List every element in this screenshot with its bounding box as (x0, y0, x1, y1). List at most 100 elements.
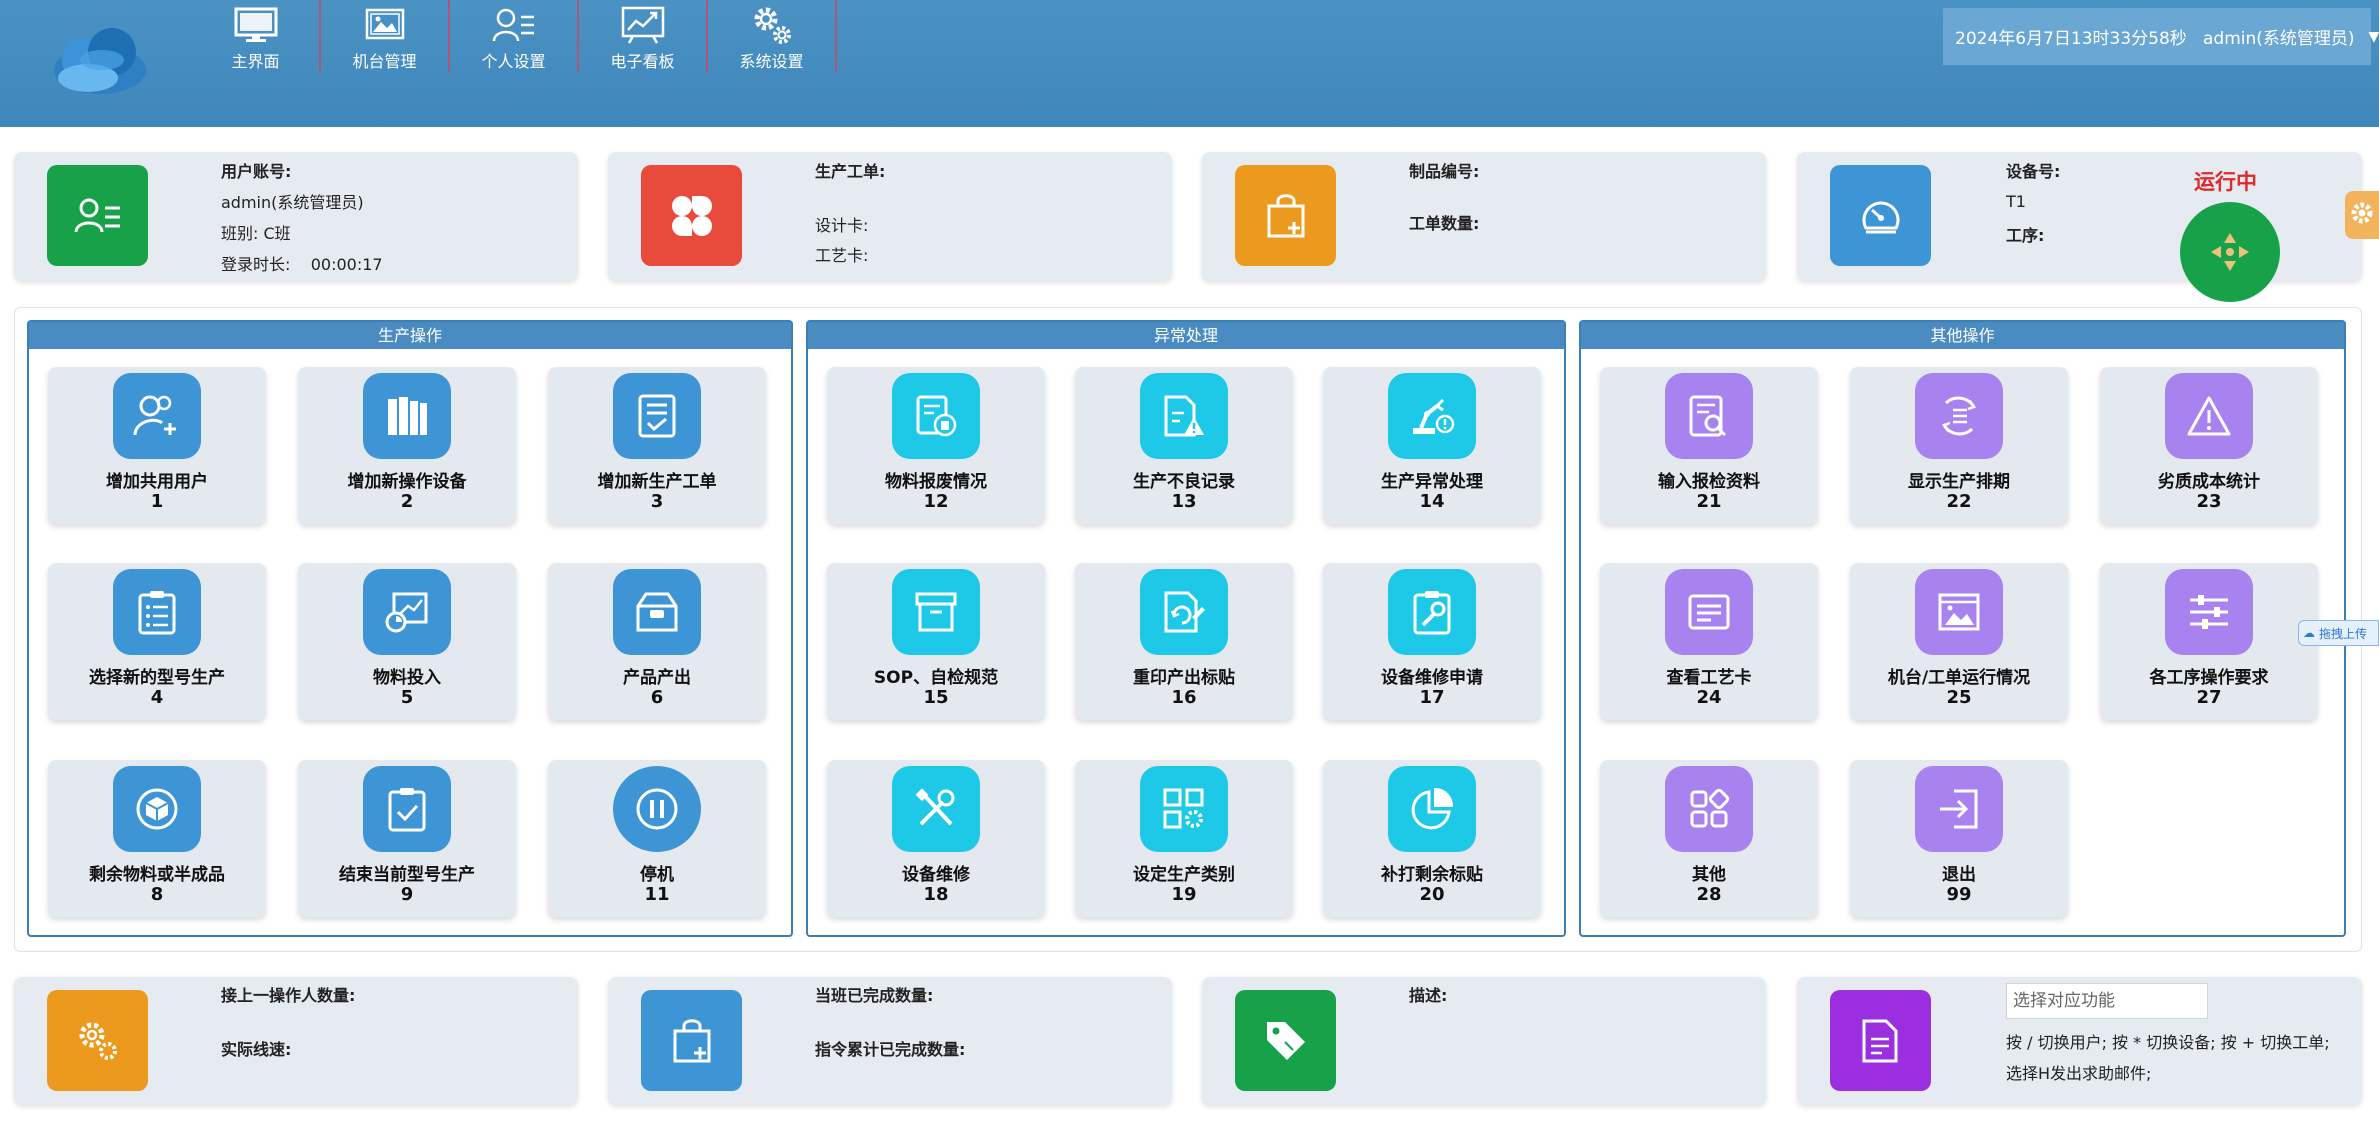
nav-system[interactable]: 系统设置 (708, 0, 837, 72)
process-card-label: 工艺卡: (815, 246, 869, 265)
tile-remaining-material[interactable]: 剩余物料或半成品 8 (48, 760, 266, 917)
tile-sop[interactable]: SOP、自检规范 15 (827, 563, 1045, 720)
tile-label: 设备维修 (902, 865, 970, 885)
tile-label: 产品产出 (623, 668, 691, 688)
user-info-card: 用户账号: admin(系统管理员) 班别: C班 登录时长: 00:00:17 (14, 152, 578, 281)
tile-add-shared-user[interactable]: 增加共用用户 1 (48, 367, 266, 524)
tile-label: 增加新操作设备 (347, 472, 467, 492)
tile-label: 补打剩余标贴 (1381, 865, 1483, 885)
monitor-icon (234, 6, 278, 44)
tile-set-category[interactable]: 设定生产类别 19 (1075, 760, 1293, 917)
clover-icon (641, 165, 742, 266)
tile-defect-record[interactable]: 生产不良记录 13 (1075, 367, 1293, 524)
tile-reprint-remaining[interactable]: 补打剩余标贴 20 (1323, 760, 1541, 917)
tile-end-model[interactable]: 结束当前型号生产 9 (298, 760, 516, 917)
prev-operator-card: 接上一操作人数量: 实际线速: (14, 977, 578, 1105)
tile-stop-machine[interactable]: 停机 11 (548, 760, 766, 917)
tile-label: 重印产出标贴 (1133, 668, 1235, 688)
process-label: 工序: (2006, 226, 2045, 245)
doc-warning-icon (1140, 373, 1228, 459)
tile-label: 各工序操作要求 (2149, 668, 2269, 688)
tile-number: 27 (2196, 687, 2222, 708)
tile-label: 生产异常处理 (1381, 472, 1483, 492)
tile-other[interactable]: 其他 28 (1600, 760, 1818, 917)
description-card: 描述: (1202, 977, 1766, 1105)
tile-product-output[interactable]: 产品产出 6 (548, 563, 766, 720)
tile-number: 20 (1419, 884, 1445, 905)
tile-number: 3 (650, 491, 664, 512)
pie-icon (1388, 766, 1476, 852)
nav-board-label: 电子看板 (610, 52, 675, 71)
account-label: 用户账号: (221, 162, 292, 181)
tile-exception-handle[interactable]: 生产异常处理 14 (1323, 367, 1541, 524)
login-time-text: 登录时长: 00:00:17 (221, 255, 383, 274)
tile-label: 结束当前型号生产 (339, 865, 475, 885)
tile-material-input[interactable]: 物料投入 5 (298, 563, 516, 720)
bag-add-icon (641, 990, 742, 1091)
nav-system-label: 系统设置 (739, 52, 804, 71)
nav-machine-label: 机台管理 (352, 52, 417, 71)
nav-machine[interactable]: 机台管理 (321, 0, 450, 72)
tag-icon (1235, 990, 1336, 1091)
tile-number: 6 (650, 687, 664, 708)
doc-trash-icon (892, 373, 980, 459)
floating-settings-button[interactable] (2345, 191, 2379, 239)
tile-production-schedule[interactable]: 显示生产排期 22 (1850, 367, 2068, 524)
tile-label: 劣质成本统计 (2158, 472, 2260, 492)
tile-machine-order-status[interactable]: 机台/工单运行情况 25 (1850, 563, 2068, 720)
nav-personal[interactable]: 个人设置 (450, 0, 579, 72)
upload-tab-label: 拖拽上传 (2319, 626, 2368, 641)
robot-arm-icon (1388, 373, 1476, 459)
image-icon (365, 6, 405, 44)
shift-done-label: 当班已完成数量: (815, 986, 934, 1005)
account-value: admin(系统管理员) (221, 193, 364, 212)
tile-label: 停机 (640, 865, 674, 885)
tile-exit[interactable]: 退出 99 (1850, 760, 2068, 917)
cloud-logo-icon (54, 28, 146, 94)
product-no-label: 制品编号: (1409, 162, 1480, 181)
running-fan-icon (2180, 202, 2280, 302)
main-nav: 主界面 机台管理 个人设置 电子看板 系统设置 (192, 0, 837, 72)
books-icon (363, 373, 451, 459)
tile-number: 15 (923, 687, 949, 708)
tile-reprint-label[interactable]: 重印产出标贴 16 (1075, 563, 1293, 720)
tile-add-device[interactable]: 增加新操作设备 2 (298, 367, 516, 524)
tile-inspection-data[interactable]: 输入报检资料 21 (1600, 367, 1818, 524)
user-dropdown[interactable]: 2024年6月7日13时33分58秒 admin(系统管理员) ▼ (1943, 8, 2379, 65)
cube-icon (113, 766, 201, 852)
nav-board[interactable]: 电子看板 (579, 0, 708, 72)
function-select-input[interactable] (2006, 983, 2208, 1019)
chart-board-icon (621, 6, 665, 44)
tile-label: SOP、自检规范 (873, 668, 999, 688)
tile-label: 机台/工单运行情况 (1887, 668, 2031, 688)
tile-select-model[interactable]: 选择新的型号生产 4 (48, 563, 266, 720)
device-no-label: 设备号: (2006, 162, 2061, 181)
tile-label: 退出 (1942, 865, 1976, 885)
schedule-icon (1915, 373, 2003, 459)
tile-number: 19 (1171, 884, 1197, 905)
tile-label: 生产不良记录 (1133, 472, 1235, 492)
tile-material-scrap[interactable]: 物料报废情况 12 (827, 367, 1045, 524)
tile-add-work-order[interactable]: 增加新生产工单 3 (548, 367, 766, 524)
window-image-icon (1915, 569, 2003, 655)
shift-text: 班别: C班 (221, 224, 291, 243)
tile-number: 23 (2196, 491, 2222, 512)
nav-home[interactable]: 主界面 (192, 0, 321, 72)
tile-number: 24 (1696, 687, 1722, 708)
sliders-icon (2165, 569, 2253, 655)
tile-label: 其他 (1692, 865, 1726, 885)
tile-view-process-card[interactable]: 查看工艺卡 24 (1600, 563, 1818, 720)
tile-device-repair[interactable]: 设备维修 18 (827, 760, 1045, 917)
tile-repair-request[interactable]: 设备维修申请 17 (1323, 563, 1541, 720)
top-bar: 主界面 机台管理 个人设置 电子看板 系统设置 2024年6月7日13时33分5… (0, 0, 2379, 127)
chart-input-icon (363, 569, 451, 655)
doc-search-icon (1665, 373, 1753, 459)
tile-number: 11 (644, 884, 670, 905)
tile-process-requirements[interactable]: 各工序操作要求 27 (2100, 563, 2318, 720)
floating-upload-tab[interactable]: ☁ 拖拽上传 (2298, 620, 2379, 646)
tile-label: 输入报检资料 (1658, 472, 1760, 492)
desc-label: 描述: (1409, 986, 1448, 1005)
tile-number: 21 (1696, 491, 1722, 512)
tile-number: 12 (923, 491, 949, 512)
tile-poor-quality-cost[interactable]: 劣质成本统计 23 (2100, 367, 2318, 524)
